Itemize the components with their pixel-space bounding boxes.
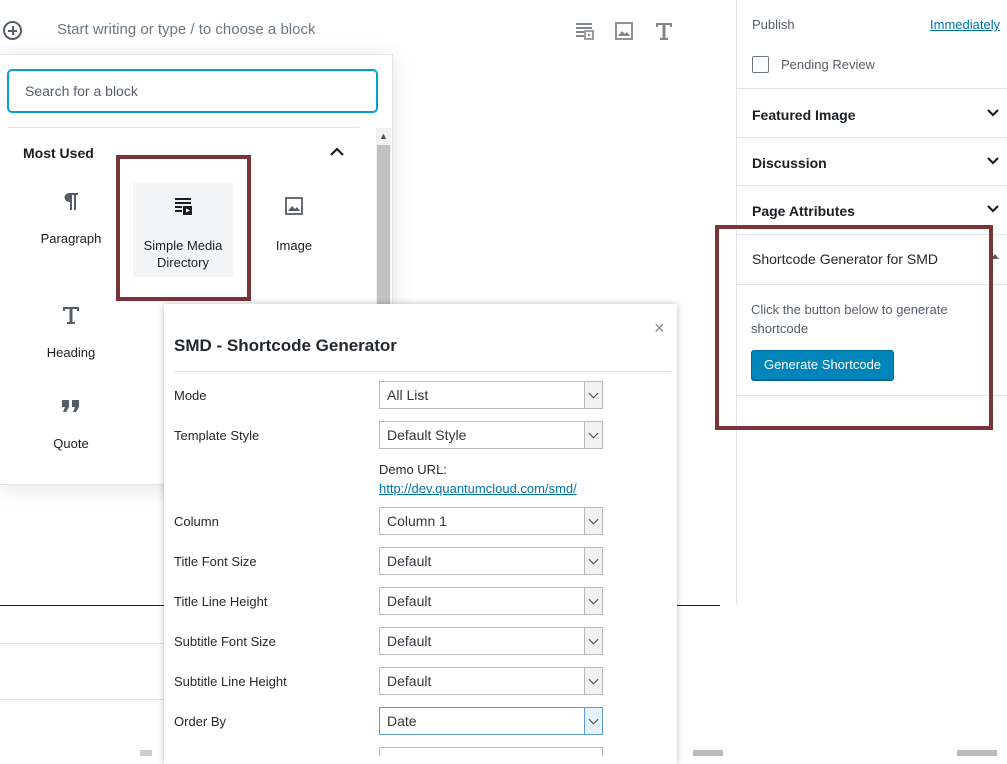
page-attributes-heading[interactable]: Page Attributes — [752, 203, 855, 219]
demo-url-link[interactable]: http://dev.quantumcloud.com/smd/ — [379, 481, 577, 496]
title-line-height-label: Title Line Height — [174, 594, 268, 609]
block-label: Paragraph — [40, 231, 102, 246]
mode-select[interactable]: All List — [379, 381, 603, 409]
template-style-select[interactable]: Default Style — [379, 421, 603, 449]
paragraph-icon — [64, 193, 78, 210]
block-label: Heading — [46, 345, 96, 360]
subtitle-line-height-select[interactable]: Default — [379, 667, 603, 695]
select-value: Default — [387, 633, 432, 649]
add-block-icon[interactable] — [3, 21, 22, 40]
chevron-down-icon[interactable] — [584, 668, 602, 694]
chevron-down-icon[interactable] — [584, 422, 602, 448]
column-label: Column — [174, 514, 219, 529]
image-icon[interactable] — [613, 20, 635, 42]
block-label: Quote — [53, 436, 89, 451]
subtitle-font-size-label: Subtitle Font Size — [174, 634, 276, 649]
inserter-scroll-thumb[interactable] — [377, 145, 390, 305]
chevron-down-icon[interactable] — [584, 382, 602, 408]
title-font-size-label: Title Font Size — [174, 554, 257, 569]
bottom-edge-fragment — [140, 750, 152, 756]
bottom-edge-fragment — [957, 750, 997, 756]
chevron-down-icon[interactable] — [584, 628, 602, 654]
editor-divider-2 — [0, 643, 164, 644]
column-select[interactable]: Column 1 — [379, 507, 603, 535]
chevron-up-icon[interactable] — [328, 146, 346, 158]
highlight-box — [715, 225, 993, 430]
pending-review-checkbox[interactable] — [752, 56, 769, 73]
sidebar-divider — [737, 88, 1007, 89]
chevron-down-icon[interactable] — [986, 204, 1000, 214]
discussion-heading[interactable]: Discussion — [752, 155, 827, 171]
mode-label: Mode — [174, 388, 207, 403]
select-value: All List — [387, 387, 429, 403]
modal-separator — [174, 371, 671, 372]
template-style-label: Template Style — [174, 428, 260, 443]
chevron-down-icon[interactable] — [584, 588, 602, 614]
order-by-select[interactable]: Date — [379, 707, 603, 735]
highlight-box — [116, 155, 251, 301]
featured-image-heading[interactable]: Featured Image — [752, 107, 855, 123]
title-line-height-select[interactable]: Default — [379, 587, 603, 615]
heading-icon[interactable] — [653, 20, 675, 42]
block-paragraph[interactable]: Paragraph — [21, 176, 121, 272]
close-icon[interactable]: × — [654, 318, 665, 339]
select-value: Default — [387, 673, 432, 689]
chevron-down-icon[interactable] — [584, 708, 602, 734]
smd-block-icon[interactable] — [573, 20, 595, 42]
subtitle-line-height-label: Subtitle Line Height — [174, 674, 287, 689]
title-font-size-select[interactable]: Default — [379, 547, 603, 575]
select-value: Default Style — [387, 427, 467, 443]
select-value: Default — [387, 593, 432, 609]
chevron-down-icon[interactable] — [584, 548, 602, 574]
block-heading[interactable]: Heading — [21, 291, 121, 387]
inserter-separator — [8, 127, 359, 128]
select-value: Column 1 — [387, 513, 447, 529]
modal-title: SMD - Shortcode Generator — [174, 336, 397, 355]
next-select-partial[interactable] — [379, 747, 603, 756]
chevron-down-icon[interactable] — [986, 108, 1000, 118]
subtitle-font-size-select[interactable]: Default — [379, 627, 603, 655]
publish-label: Publish — [752, 17, 795, 32]
demo-url-label: Demo URL: — [379, 462, 447, 477]
block-image[interactable]: Image — [244, 183, 344, 279]
scroll-up-arrow-icon[interactable]: ▲ — [376, 128, 391, 144]
select-value: Default — [387, 553, 432, 569]
sidebar-divider — [737, 185, 1007, 186]
most-used-title: Most Used — [23, 145, 94, 161]
image-icon — [285, 197, 303, 215]
order-by-label: Order By — [174, 714, 227, 729]
publish-date-link[interactable]: Immediately — [930, 17, 1000, 32]
editor-divider-3 — [0, 699, 164, 700]
chevron-down-icon[interactable] — [986, 156, 1000, 166]
block-search-input[interactable] — [8, 70, 377, 112]
editor-placeholder[interactable]: Start writing or type / to choose a bloc… — [57, 21, 315, 38]
block-label: Image — [275, 238, 313, 253]
chevron-down-icon[interactable] — [584, 508, 602, 534]
quote-icon — [62, 400, 79, 412]
pending-review-label[interactable]: Pending Review — [781, 57, 875, 72]
bottom-edge-fragment — [693, 750, 723, 756]
sidebar-divider — [737, 137, 1007, 138]
heading-icon — [63, 307, 79, 324]
block-quote[interactable]: Quote — [21, 384, 121, 480]
select-value: Date — [387, 713, 417, 729]
